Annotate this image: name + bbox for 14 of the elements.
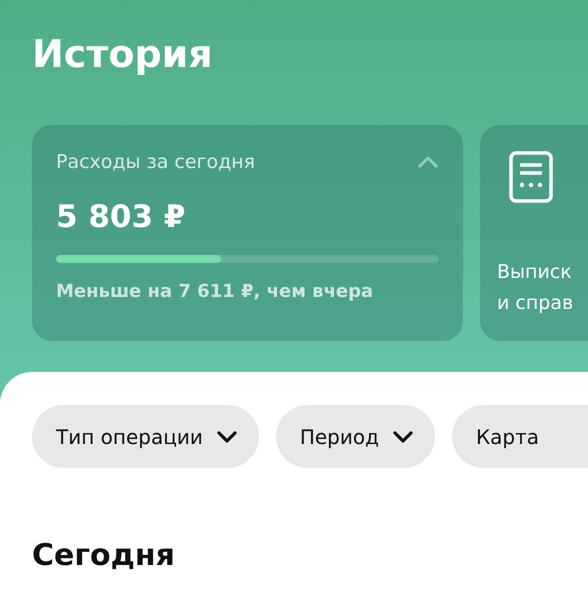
card-title: Расходы за сегодня (56, 151, 256, 173)
chevron-down-icon (392, 430, 413, 442)
caret-icon[interactable] (417, 155, 439, 169)
card-label: Выписк (497, 260, 573, 285)
page-title: История (32, 31, 214, 78)
spending-amount: 5 803 ₽ (56, 199, 186, 235)
section-title: Сегодня (32, 538, 176, 573)
document-icon (509, 151, 553, 203)
filter-chip[interactable]: Тип операции (32, 405, 259, 468)
card-label: и справ (497, 291, 574, 316)
filter-chip[interactable]: Период (276, 405, 435, 468)
comparison-note: Меньше на 7 611 ₽, чем вчера (56, 281, 374, 302)
chevron-down-icon (216, 430, 237, 442)
filter-chip[interactable]: Карта (452, 405, 588, 468)
